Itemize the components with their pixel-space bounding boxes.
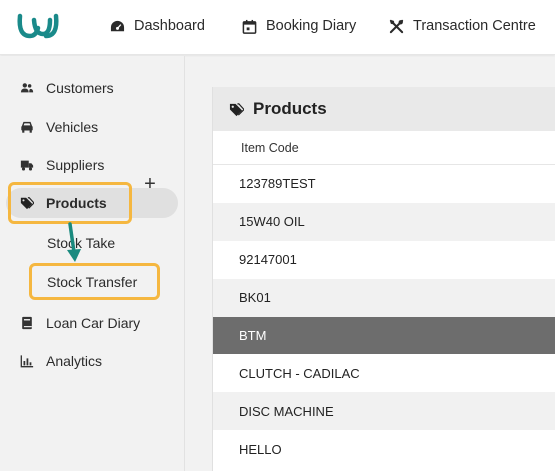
item-code: DISC MACHINE [239,403,334,419]
tags-icon [229,102,244,116]
product-list: 123789TEST 15W40 OIL 92147001 BK01 BTM C… [213,165,555,468]
sidebar-item-analytics[interactable]: Analytics [6,346,178,376]
item-code: BTM [239,328,267,343]
truck-icon [20,160,34,171]
add-stock-take-button[interactable]: + [142,174,158,194]
item-code: 92147001 [239,252,297,268]
table-row[interactable]: 123789TEST [213,165,555,203]
book-icon [22,316,32,330]
item-code: 15W40 OIL [239,214,305,230]
sidebar-item-label: Vehicles [46,119,99,135]
table-row[interactable]: DISC MACHINE [213,392,555,431]
nav-booking-diary[interactable]: Booking Diary [242,0,356,52]
sidebar-item-label: Products [46,195,107,211]
table-row[interactable]: HELLO [213,430,555,468]
nav-dashboard-label: Dashboard [134,18,205,34]
tools-icon [389,19,404,33]
sidebar-item-label: Suppliers [46,157,105,173]
sidebar-item-loan-car-diary[interactable]: Loan Car Diary [6,308,178,338]
chart-bar-icon [20,355,34,368]
column-header-item-code[interactable]: Item Code [213,131,555,165]
nav-transaction-centre[interactable]: Transaction Centre [389,0,536,52]
sidebar-item-label: Analytics [46,353,103,369]
column-header-label: Item Code [241,140,299,155]
dashboard-gauge-icon [110,20,125,31]
table-row-selected[interactable]: BTM [213,316,555,355]
tags-icon [20,197,34,210]
table-row[interactable]: CLUTCH - CADILAC [213,354,555,392]
annotation-arrow-icon [67,222,81,262]
nav-transaction-label: Transaction Centre [413,18,536,34]
products-panel: Products Item Code 123789TEST 15W40 OIL … [212,87,555,471]
app-logo[interactable] [16,10,64,42]
panel-header: Products [213,87,555,131]
sidebar-item-customers[interactable]: Customers [6,73,178,103]
table-row[interactable]: 15W40 OIL [213,202,555,241]
nav-booking-label: Booking Diary [266,18,357,34]
table-row[interactable]: BK01 [213,278,555,317]
top-header: Dashboard Booking Diary Transaction Cent… [0,0,555,55]
item-code: CLUTCH - CADILAC [239,365,360,381]
calendar-icon [242,19,257,34]
car-icon [21,121,33,133]
sidebar-item-label: Loan Car Diary [46,315,141,331]
sidebar-item-label: Customers [46,80,114,96]
table-row[interactable]: 92147001 [213,241,555,279]
sidebar-item-vehicles[interactable]: Vehicles [6,112,178,142]
item-code: BK01 [239,290,271,306]
nav-dashboard[interactable]: Dashboard [110,0,205,52]
sidebar-subitem-stock-transfer[interactable]: Stock Transfer [47,270,137,294]
users-icon [20,83,34,93]
panel-title: Products [253,99,327,118]
item-code: 123789TEST [239,176,316,192]
item-code: HELLO [239,441,282,457]
sidebar-subitem-label: Stock Transfer [47,274,138,290]
